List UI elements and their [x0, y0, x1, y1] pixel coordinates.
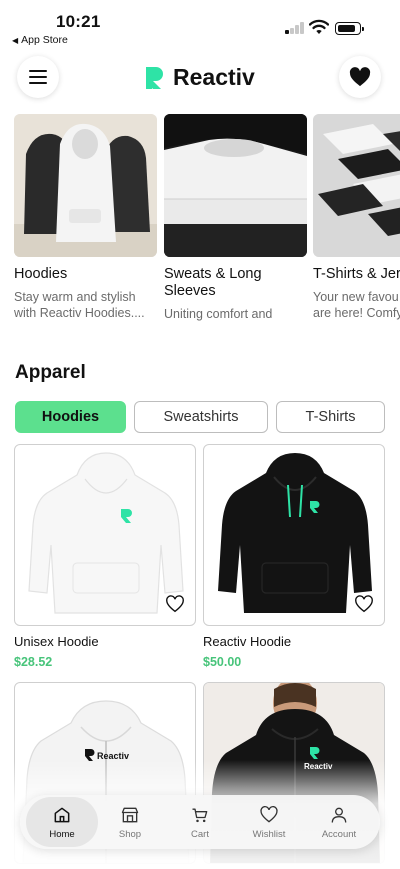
- product-image: [14, 444, 196, 626]
- battery-icon: [335, 22, 364, 35]
- category-description: Uniting comfort and style with premium m…: [164, 307, 302, 324]
- category-description: Your new favou are here! Comfy: [313, 290, 400, 320]
- category-card-tshirts[interactable]: T-Shirts & Jer Your new favou are here! …: [313, 114, 400, 321]
- category-card-hoodies[interactable]: Hoodies Stay warm and stylish with React…: [14, 114, 157, 321]
- category-description: Stay warm and stylish with Reactiv Hoodi…: [14, 290, 145, 320]
- product-print-label: Reactiv: [304, 762, 333, 771]
- back-arrow-icon: ◀: [12, 36, 19, 45]
- wishlist-heart-icon[interactable]: [354, 595, 374, 613]
- category-carousel[interactable]: Hoodies Stay warm and stylish with React…: [14, 114, 400, 324]
- tab-account[interactable]: Account: [303, 797, 375, 847]
- reactiv-logo-icon: [146, 66, 163, 89]
- product-name: Unisex Hoodie: [14, 634, 99, 649]
- back-to-app-store-link[interactable]: ◀ App Store: [12, 34, 68, 46]
- category-image-hoodies: [14, 114, 157, 257]
- tab-wishlist[interactable]: Wishlist: [233, 797, 305, 847]
- tab-label: Cart: [191, 828, 209, 840]
- tab-label: Home: [49, 828, 75, 840]
- wishlist-header-button[interactable]: [339, 56, 381, 98]
- account-icon: [331, 807, 347, 823]
- category-title: Sweats & Long Sleeves: [164, 266, 262, 299]
- product-print-label: Reactiv: [97, 751, 129, 761]
- status-time: 10:21: [56, 12, 101, 31]
- filter-chip-hoodies[interactable]: Hoodies: [15, 401, 126, 433]
- tab-shop[interactable]: Shop: [94, 797, 166, 847]
- tab-label: Shop: [118, 828, 142, 840]
- product-name: Reactiv Hoodie: [203, 634, 292, 649]
- menu-button[interactable]: [17, 56, 59, 98]
- bottom-tab-bar: Home Shop Cart Wishlist Account: [20, 795, 380, 849]
- category-title: Hoodies: [14, 266, 68, 282]
- category-image-sweats: [164, 114, 307, 257]
- heart-icon: [349, 67, 371, 87]
- category-title: T-Shirts & Jer: [313, 266, 400, 282]
- tab-label: Wishlist: [252, 828, 286, 840]
- brand-name: Reactiv: [173, 64, 255, 90]
- wishlist-heart-icon[interactable]: [165, 595, 185, 613]
- app-header: Reactiv: [0, 52, 400, 102]
- category-image-tshirts: [313, 114, 400, 257]
- wifi-icon: [309, 19, 329, 34]
- category-card-sweats[interactable]: Sweats & Long Sleeves Uniting comfort an…: [164, 114, 307, 324]
- tab-home[interactable]: Home: [26, 797, 98, 847]
- heart-icon: [260, 805, 278, 823]
- filter-chip-sweatshirts[interactable]: Sweatshirts: [134, 401, 268, 433]
- product-price: $28.52: [14, 655, 53, 669]
- home-icon: [54, 807, 70, 822]
- tab-label: Account: [321, 828, 357, 840]
- product-card[interactable]: Reactiv Hoodie $50.00: [203, 444, 385, 669]
- status-bar: 10:21 ◀ App Store: [0, 0, 400, 48]
- cellular-signal-icon: [285, 22, 305, 34]
- cart-icon: [192, 808, 208, 822]
- shop-icon: [121, 807, 139, 822]
- apparel-filter-tabs: Hoodies Sweatshirts T-Shirts: [15, 401, 400, 433]
- product-price: $50.00: [203, 655, 242, 669]
- back-app-label: App Store: [21, 34, 68, 46]
- brand-logo[interactable]: Reactiv: [145, 64, 255, 91]
- product-card[interactable]: Unisex Hoodie $28.52: [14, 444, 196, 669]
- tab-cart[interactable]: Cart: [164, 797, 236, 847]
- menu-icon: [29, 70, 47, 84]
- filter-chip-tshirts[interactable]: T-Shirts: [276, 401, 385, 433]
- product-image: [203, 444, 385, 626]
- section-title-apparel: Apparel: [15, 362, 86, 383]
